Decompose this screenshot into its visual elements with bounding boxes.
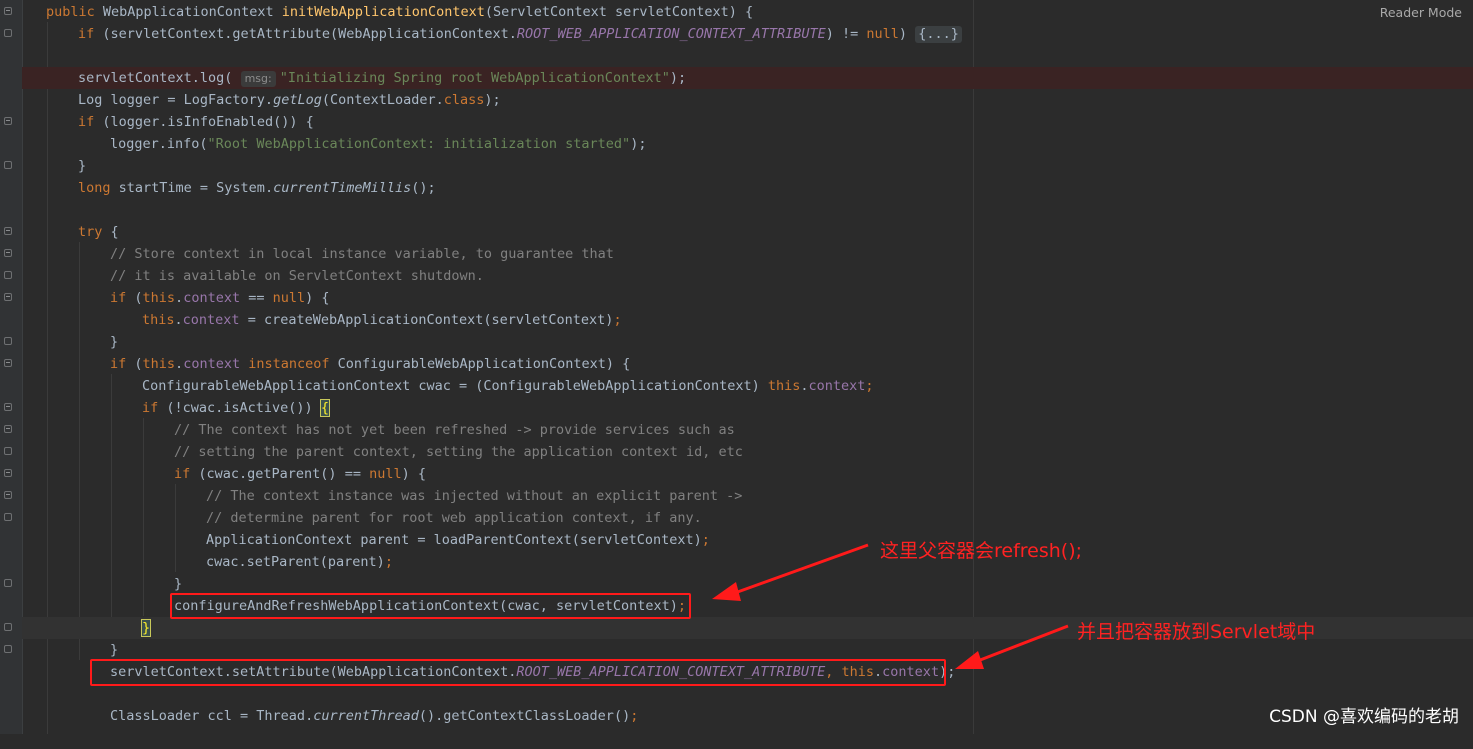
arrowhead xyxy=(712,582,741,601)
arrow-line xyxy=(974,624,1069,664)
annotation-parent-refresh: 这里父容器会refresh(); xyxy=(880,540,1083,562)
annotation-put-servlet: 并且把容器放到Servlet域中 xyxy=(1077,621,1316,643)
watermark: CSDN @喜欢编码的老胡 xyxy=(1269,707,1459,727)
arrow-line xyxy=(731,543,869,596)
arrowhead xyxy=(955,651,984,669)
